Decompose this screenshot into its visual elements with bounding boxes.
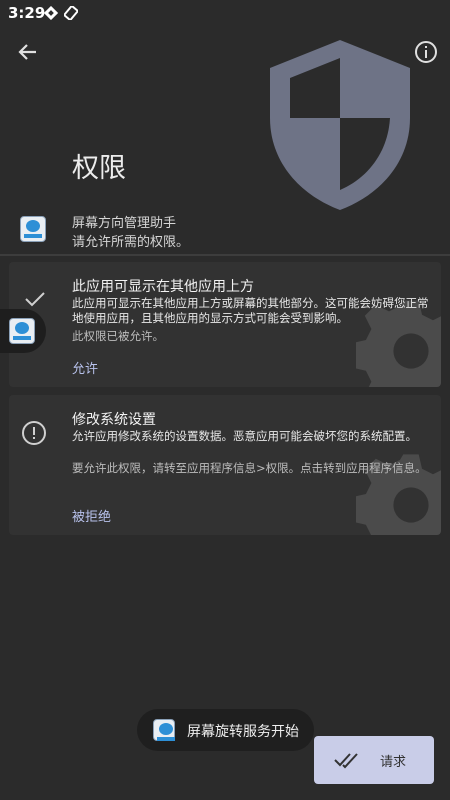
shield-icon [270, 40, 410, 210]
app-icon [20, 216, 46, 242]
permission-title: 此应用可显示在其他应用上方 [72, 279, 254, 295]
check-icon [25, 292, 45, 307]
permission-card-overlay: 此应用可显示在其他应用上方 此应用可显示在其他应用上方或屏幕的其他部分。这可能会… [9, 262, 441, 387]
permission-status: 此权限已被允许。 [72, 329, 164, 343]
denied-button[interactable]: 被拒绝 [72, 506, 111, 525]
app-subtitle: 请允许所需的权限。 [72, 235, 190, 250]
request-button[interactable]: 请求 [314, 736, 434, 784]
allow-button[interactable]: 允许 [72, 358, 98, 377]
signal-icon [64, 6, 78, 20]
app-name: 屏幕方向管理助手 [72, 216, 177, 231]
alert-icon [22, 421, 46, 445]
page-title: 权限 [72, 153, 126, 184]
divider [0, 254, 450, 256]
toast-text: 屏幕旋转服务开始 [187, 724, 299, 740]
notification-icon [44, 6, 58, 20]
info-icon[interactable] [412, 38, 440, 66]
permission-status: 要允许此权限，请转至应用程序信息>权限。点击转到应用程序信息。 [72, 461, 427, 475]
toast: 屏幕旋转服务开始 [137, 709, 314, 751]
floating-bubble[interactable] [0, 309, 46, 353]
permission-card-settings: 修改系统设置 允许应用修改系统的设置数据。恶意应用可能会破坏您的系统配置。 要允… [9, 395, 441, 535]
permission-description: 允许应用修改系统的设置数据。恶意应用可能会破坏您的系统配置。 [72, 429, 417, 443]
request-label: 请求 [380, 755, 407, 770]
permission-description: 此应用可显示在其他应用上方或屏幕的其他部分。这可能会妨碍您正常地使用应用，且其他… [72, 296, 429, 325]
permission-title: 修改系统设置 [72, 412, 156, 428]
app-icon [9, 318, 35, 344]
status-bar: 3:29 [0, 0, 450, 26]
status-time: 3:29 [8, 4, 46, 22]
app-icon [153, 719, 175, 741]
done-all-icon [334, 753, 358, 769]
arrow-back-icon[interactable] [14, 38, 42, 66]
